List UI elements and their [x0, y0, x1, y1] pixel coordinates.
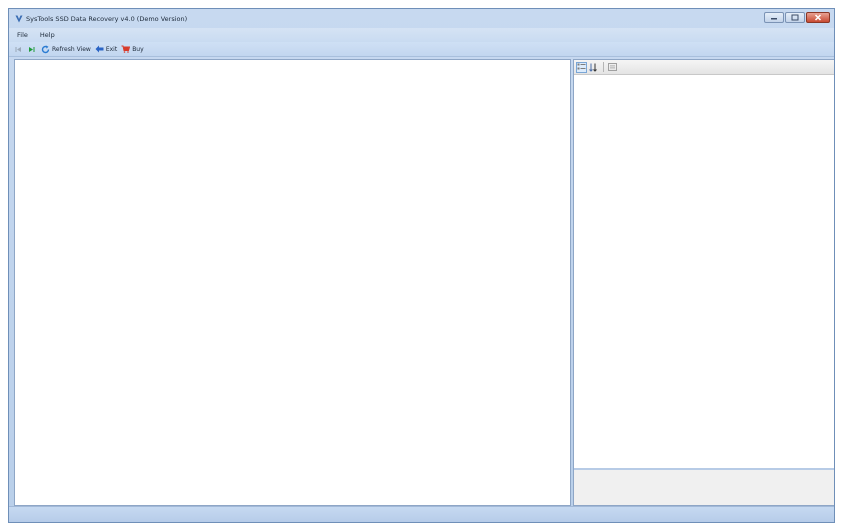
- categorized-button[interactable]: [576, 61, 587, 73]
- minimize-button[interactable]: [764, 12, 784, 23]
- menu-file[interactable]: File: [15, 31, 30, 39]
- status-bar: [9, 506, 834, 522]
- close-button[interactable]: [806, 12, 830, 23]
- alphabetical-sort-icon: [589, 63, 597, 72]
- property-panel: [573, 59, 834, 506]
- alphabetical-button[interactable]: [588, 62, 599, 73]
- refresh-icon: [41, 45, 50, 53]
- exit-icon: [95, 45, 104, 53]
- app-logo-icon: [15, 15, 23, 23]
- menu-help[interactable]: Help: [38, 31, 57, 39]
- property-pages-button[interactable]: [607, 62, 618, 73]
- maximize-icon: [791, 14, 799, 21]
- toolbar: Refresh View Exit Buy: [9, 42, 834, 57]
- main-content-pane[interactable]: [14, 59, 571, 506]
- maximize-button[interactable]: [785, 12, 805, 23]
- first-page-icon: [15, 46, 21, 52]
- property-pages-icon: [608, 63, 617, 71]
- categorized-icon: [577, 63, 586, 70]
- cart-icon: [121, 45, 131, 53]
- exit-label: Exit: [105, 45, 118, 53]
- title-bar[interactable]: SysTools SSD Data Recovery v4.0 (Demo Ve…: [9, 9, 834, 28]
- refresh-view-button[interactable]: Refresh View: [41, 45, 91, 54]
- close-icon: [814, 14, 822, 21]
- menu-bar: File Help: [9, 28, 834, 42]
- exit-button[interactable]: Exit: [95, 45, 117, 53]
- next-page-button[interactable]: [28, 46, 37, 53]
- buy-button[interactable]: Buy: [121, 45, 144, 53]
- next-page-icon: [29, 46, 35, 52]
- property-grid[interactable]: [574, 75, 834, 470]
- property-toolbar: [574, 60, 834, 75]
- minimize-icon: [771, 17, 777, 19]
- window-title: SysTools SSD Data Recovery v4.0 (Demo Ve…: [26, 14, 188, 23]
- refresh-view-label: Refresh View: [52, 45, 91, 53]
- window-controls: [764, 12, 830, 23]
- property-description-area: [574, 468, 834, 505]
- app-window: SysTools SSD Data Recovery v4.0 (Demo Ve…: [8, 8, 835, 523]
- buy-label: Buy: [132, 45, 144, 53]
- toolbar-separator: [603, 62, 604, 72]
- first-page-button[interactable]: [15, 46, 24, 53]
